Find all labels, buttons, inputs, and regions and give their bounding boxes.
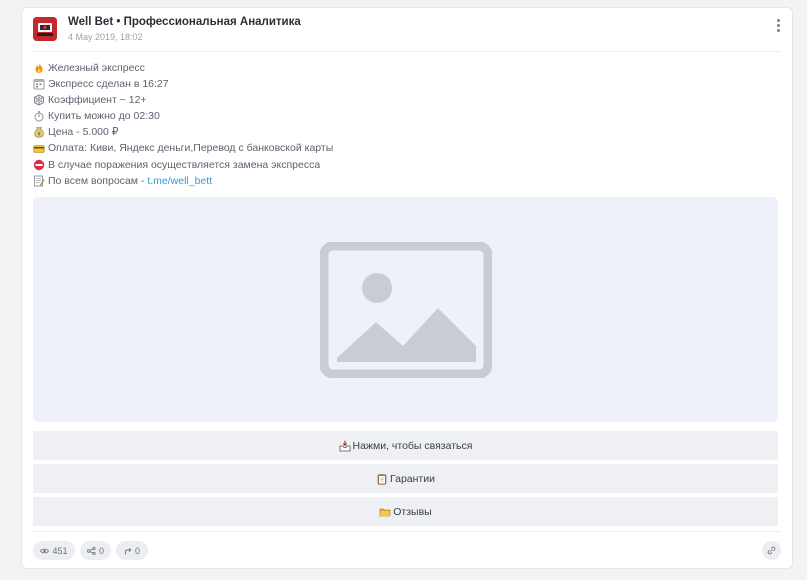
channel-name[interactable]: Well Bet • Профессиональная Аналитика xyxy=(68,16,301,28)
post-line: Коэффициент ~ 12+ xyxy=(33,92,781,108)
post-line: Купить можно до 02:30 xyxy=(33,108,781,124)
post-card: Well Bet • Профессиональная Аналитика 4 … xyxy=(21,7,793,569)
stopwatch-icon xyxy=(34,111,44,122)
fire-icon xyxy=(35,63,43,74)
post-date: 4 May 2019, 18:02 xyxy=(68,32,143,42)
line-text: Цена - 5.000 ₽ xyxy=(48,126,119,139)
post-line: В случае поражения осуществляется замена… xyxy=(33,157,781,173)
contact-button[interactable]: Нажми, чтобы связаться xyxy=(33,431,778,460)
post-line: Экспресс сделан в 16:27 xyxy=(33,76,781,92)
image-placeholder-icon xyxy=(320,242,492,378)
no-entry-icon xyxy=(33,159,45,170)
line-text: Оплата: Киви, Яндекс деньги,Перевод с ба… xyxy=(48,142,334,155)
telegram-link[interactable]: t.me/well_bett xyxy=(147,173,212,189)
copy-link-button[interactable] xyxy=(762,541,781,560)
line-text: Коэффициент ~ 12+ xyxy=(48,94,147,107)
credit-card-icon xyxy=(33,144,45,153)
views-count: 451 xyxy=(52,545,68,556)
calendar-icon xyxy=(33,79,45,90)
post-line: $ Цена - 5.000 ₽ xyxy=(33,124,781,140)
reviews-button[interactable]: Отзывы xyxy=(33,497,778,526)
eye-icon xyxy=(40,548,50,553)
post-header: Well Bet • Профессиональная Аналитика 4 … xyxy=(33,16,783,53)
post-image-placeholder[interactable] xyxy=(33,197,778,422)
memo-icon xyxy=(34,175,45,187)
dice-icon xyxy=(34,94,44,106)
post-line: Оплата: Киви, Яндекс деньги,Перевод с ба… xyxy=(33,140,781,156)
forwards-count: 0 xyxy=(134,545,140,556)
link-icon xyxy=(767,546,776,555)
line-text: В случае поражения осуществляется замена… xyxy=(48,158,321,171)
money-bag-icon: $ xyxy=(34,127,44,138)
contact-button-label: Нажми, чтобы связаться xyxy=(352,439,473,452)
guarantees-button[interactable]: Гарантии xyxy=(33,464,778,493)
views-counter: 451 xyxy=(33,541,75,560)
post-text: Железный экспресс Экспресс сделан в 16:2… xyxy=(33,60,781,189)
header-divider xyxy=(33,51,781,52)
forward-icon xyxy=(125,547,132,554)
guarantees-button-label: Гарантии xyxy=(390,472,435,485)
inbox-tray-icon xyxy=(339,440,350,451)
line-text: Железный экспресс xyxy=(48,62,145,74)
folder-icon xyxy=(379,508,391,516)
shares-count: 0 xyxy=(98,545,104,556)
line-text: По всем вопросам - xyxy=(48,174,145,187)
forward-button[interactable]: 0 xyxy=(116,541,148,560)
share-icon xyxy=(87,546,96,555)
reviews-button-label: Отзывы xyxy=(393,505,432,518)
svg-text:$: $ xyxy=(38,131,41,137)
footer-divider xyxy=(33,531,781,532)
post-line: По всем вопросам - t.me/well_bett xyxy=(33,173,781,189)
more-options-icon[interactable] xyxy=(773,19,783,37)
share-button[interactable]: 0 xyxy=(80,541,111,560)
line-text: Экспресс сделан в 16:27 xyxy=(48,78,169,91)
channel-avatar[interactable] xyxy=(33,17,57,41)
post-line: Железный экспресс xyxy=(33,60,781,76)
clipboard-icon xyxy=(377,473,387,485)
line-text: Купить можно до 02:30 xyxy=(48,110,160,123)
